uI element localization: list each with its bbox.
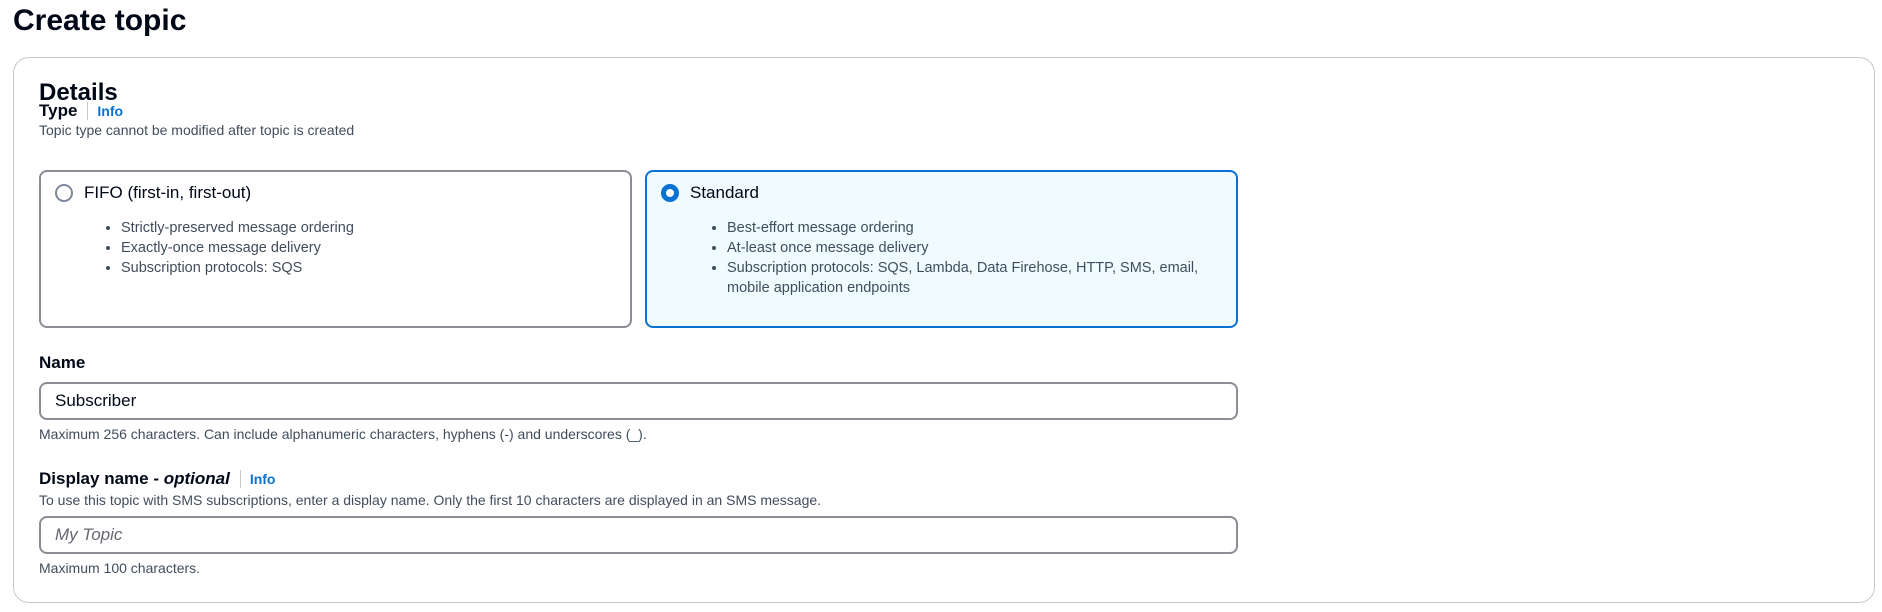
- type-description: Topic type cannot be modified after topi…: [39, 122, 355, 138]
- page-title: Create topic: [13, 4, 187, 37]
- display-name-input[interactable]: [39, 516, 1238, 554]
- fifo-option-label: FIFO (first-in, first-out): [84, 183, 252, 202]
- name-constraint-text: Maximum 256 characters. Can include alph…: [39, 426, 647, 442]
- name-input[interactable]: [39, 382, 1238, 420]
- list-item: Subscription protocols: SQS, Lambda, Dat…: [727, 258, 1203, 298]
- display-name-label-row: Display name - optional Info: [39, 468, 275, 490]
- list-item: Subscription protocols: SQS: [121, 258, 597, 278]
- display-name-description: To use this topic with SMS subscriptions…: [39, 492, 822, 508]
- name-label: Name: [39, 353, 86, 372]
- details-container: Details Type Info Topic type cannot be m…: [13, 57, 1875, 603]
- name-label-row: Name: [39, 352, 85, 374]
- fifo-radio-button[interactable]: [55, 184, 73, 202]
- standard-option-label: Standard: [690, 183, 759, 202]
- display-name-label: Display name - optional: [39, 469, 230, 488]
- type-option-fifo[interactable]: FIFO (first-in, first-out) Strictly-pres…: [39, 170, 632, 328]
- list-item: Exactly-once message delivery: [121, 238, 597, 258]
- type-option-standard[interactable]: Standard Best-effort message ordering At…: [645, 170, 1238, 328]
- standard-feature-list: Best-effort message ordering At-least on…: [703, 218, 1203, 298]
- list-item: Best-effort message ordering: [727, 218, 1203, 238]
- display-name-info-link[interactable]: Info: [250, 471, 276, 487]
- label-divider: [239, 470, 241, 488]
- list-item: Strictly-preserved message ordering: [121, 218, 597, 238]
- fifo-feature-list: Strictly-preserved message ordering Exac…: [97, 218, 597, 278]
- list-item: At-least once message delivery: [727, 238, 1203, 258]
- standard-radio-button[interactable]: [661, 184, 679, 202]
- type-label: Type: [39, 101, 78, 120]
- type-info-link[interactable]: Info: [97, 103, 123, 119]
- type-label-row: Type Info: [39, 100, 123, 122]
- display-name-constraint-text: Maximum 100 characters.: [39, 560, 201, 576]
- label-divider: [87, 102, 89, 120]
